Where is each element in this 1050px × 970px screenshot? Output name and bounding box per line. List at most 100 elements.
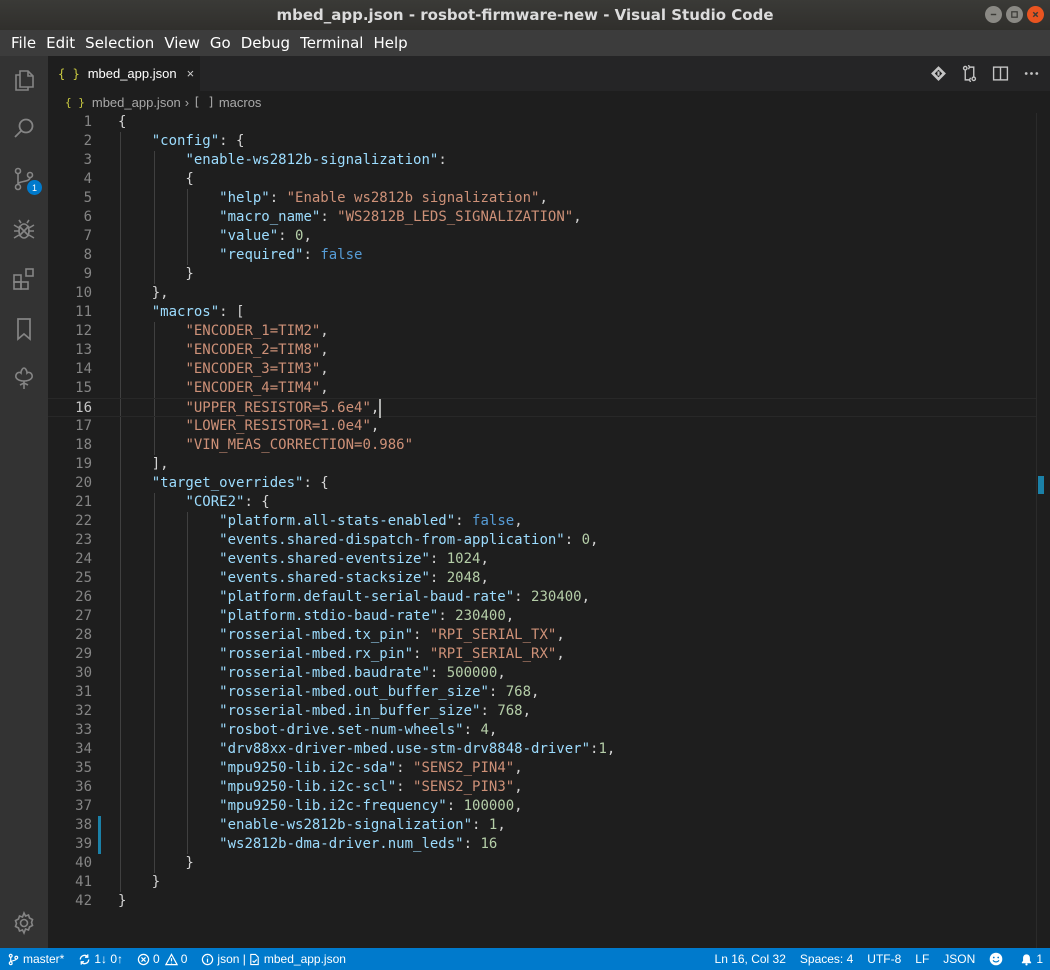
code-text: "rosserial-mbed.in_buffer_size": 768, — [219, 703, 532, 719]
code-line[interactable]: 38 "enable-ws2812b-signalization": 1, — [48, 816, 1036, 835]
code-line[interactable]: 30 "rosserial-mbed.baudrate": 500000, — [48, 664, 1036, 683]
code-line[interactable]: 32 "rosserial-mbed.in_buffer_size": 768, — [48, 702, 1036, 721]
menu-view[interactable]: View — [159, 34, 205, 52]
search-button[interactable] — [0, 105, 48, 153]
sync-counts: 1↓ 0↑ — [94, 952, 124, 966]
branch-status[interactable]: master* — [0, 952, 71, 966]
notifications-button[interactable]: 1 — [1013, 952, 1050, 966]
cursor-position[interactable]: Ln 16, Col 32 — [708, 952, 793, 966]
warning-icon — [164, 952, 178, 965]
code-line[interactable]: 9 } — [48, 265, 1036, 284]
menu-selection[interactable]: Selection — [80, 34, 159, 52]
menu-help[interactable]: Help — [368, 34, 412, 52]
overview-ruler[interactable] — [1036, 113, 1050, 948]
code-line[interactable]: 41 } — [48, 873, 1036, 892]
open-changes-icon[interactable] — [930, 65, 947, 82]
json-schema-status[interactable]: json | mbed_app.json — [194, 952, 353, 966]
code-line[interactable]: 29 "rosserial-mbed.rx_pin": "RPI_SERIAL_… — [48, 645, 1036, 664]
debug-button[interactable] — [0, 206, 48, 254]
maximize-button[interactable] — [1006, 6, 1023, 23]
code-line[interactable]: 37 "mpu9250-lib.i2c-frequency": 100000, — [48, 797, 1036, 816]
menu-go[interactable]: Go — [205, 34, 236, 52]
more-actions-icon[interactable] — [1023, 65, 1040, 82]
source-control-button[interactable]: 1 — [0, 155, 48, 203]
indentation-status[interactable]: Spaces: 4 — [793, 952, 860, 966]
code-line[interactable]: 35 "mpu9250-lib.i2c-sda": "SENS2_PIN4", — [48, 759, 1036, 778]
compare-icon[interactable] — [961, 65, 978, 82]
smiley-icon — [990, 952, 1003, 966]
bookmarks-button[interactable] — [0, 305, 48, 353]
code-line[interactable]: 13 "ENCODER_2=TIM8", — [48, 341, 1036, 360]
menu-file[interactable]: File — [6, 34, 41, 52]
code-line[interactable]: 12 "ENCODER_1=TIM2", — [48, 322, 1036, 341]
code-line[interactable]: 42} — [48, 892, 1036, 911]
line-number: 31 — [75, 684, 92, 700]
code-line[interactable]: 7 "value": 0, — [48, 227, 1036, 246]
close-window-button[interactable] — [1027, 6, 1044, 23]
code-line[interactable]: 33 "rosbot-drive.set-num-wheels": 4, — [48, 721, 1036, 740]
breadcrumb-symbol[interactable]: macros — [219, 95, 262, 110]
code-line[interactable]: 18 "VIN_MEAS_CORRECTION=0.986" — [48, 436, 1036, 455]
code-line[interactable]: 8 "required": false — [48, 246, 1036, 265]
code-text: }, — [118, 285, 169, 301]
feedback-button[interactable] — [982, 952, 1013, 966]
line-number: 25 — [75, 570, 92, 586]
ruler-change-marker — [1038, 476, 1044, 494]
code-line[interactable]: 16 "UPPER_RESISTOR=5.6e4", — [48, 398, 1036, 418]
code-line[interactable]: 2 "config": { — [48, 132, 1036, 151]
eol-status[interactable]: LF — [908, 952, 936, 966]
code-line[interactable]: 1{ — [48, 113, 1036, 132]
code-line[interactable]: 10 }, — [48, 284, 1036, 303]
menu-edit[interactable]: Edit — [41, 34, 80, 52]
line-number: 24 — [75, 551, 92, 567]
code-line[interactable]: 34 "drv88xx-driver-mbed.use-stm-drv8848-… — [48, 740, 1036, 759]
code-editor[interactable]: 1{2 "config": {3 "enable-ws2812b-signali… — [48, 113, 1036, 948]
code-text: } — [118, 266, 194, 282]
code-line[interactable]: 36 "mpu9250-lib.i2c-scl": "SENS2_PIN3", — [48, 778, 1036, 797]
line-number: 20 — [75, 475, 92, 491]
line-number: 34 — [75, 741, 92, 757]
code-line[interactable]: 17 "LOWER_RESISTOR=1.0e4", — [48, 417, 1036, 436]
code-line[interactable]: 22 "platform.all-stats-enabled": false, — [48, 512, 1036, 531]
code-line[interactable]: 5 "help": "Enable ws2812b signalization"… — [48, 189, 1036, 208]
code-line[interactable]: 24 "events.shared-eventsize": 1024, — [48, 550, 1036, 569]
code-line[interactable]: 14 "ENCODER_3=TIM3", — [48, 360, 1036, 379]
menu-debug[interactable]: Debug — [236, 34, 295, 52]
line-number: 38 — [75, 817, 92, 833]
sync-status[interactable]: 1↓ 0↑ — [71, 952, 130, 966]
code-line[interactable]: 11 "macros": [ — [48, 303, 1036, 322]
code-line[interactable]: 28 "rosserial-mbed.tx_pin": "RPI_SERIAL_… — [48, 626, 1036, 645]
code-line[interactable]: 20 "target_overrides": { — [48, 474, 1036, 493]
extensions-button[interactable] — [0, 255, 48, 303]
tab-mbed-app-json[interactable]: { } mbed_app.json × — [48, 56, 200, 91]
code-line[interactable]: 27 "platform.stdio-baud-rate": 230400, — [48, 607, 1036, 626]
close-icon — [1032, 11, 1039, 18]
code-line[interactable]: 40 } — [48, 854, 1036, 873]
code-line[interactable]: 19 ], — [48, 455, 1036, 474]
settings-button[interactable] — [0, 899, 48, 947]
problems-status[interactable]: 0 0 — [130, 952, 194, 966]
language-mode-status[interactable]: JSON — [936, 952, 982, 966]
line-number: 32 — [75, 703, 92, 719]
code-line[interactable]: 26 "platform.default-serial-baud-rate": … — [48, 588, 1036, 607]
code-line[interactable]: 15 "ENCODER_4=TIM4", — [48, 379, 1036, 398]
code-text: "enable-ws2812b-signalization": — [185, 152, 447, 168]
tab-close-icon[interactable]: × — [187, 66, 195, 81]
breadcrumb-file[interactable]: mbed_app.json — [92, 95, 181, 110]
debug-icon — [13, 219, 35, 239]
code-line[interactable]: 21 "CORE2": { — [48, 493, 1036, 512]
line-number: 36 — [75, 779, 92, 795]
code-line[interactable]: 39 "ws2812b-dma-driver.num_leds": 16 — [48, 835, 1036, 854]
minimize-button[interactable] — [985, 6, 1002, 23]
code-line[interactable]: 3 "enable-ws2812b-signalization": — [48, 151, 1036, 170]
code-line[interactable]: 25 "events.shared-stacksize": 2048, — [48, 569, 1036, 588]
encoding-status[interactable]: UTF-8 — [860, 952, 908, 966]
explorer-button[interactable] — [0, 56, 48, 104]
code-line[interactable]: 23 "events.shared-dispatch-from-applicat… — [48, 531, 1036, 550]
tree-view-button[interactable] — [0, 355, 48, 403]
split-editor-icon[interactable] — [992, 65, 1009, 82]
code-line[interactable]: 6 "macro_name": "WS2812B_LEDS_SIGNALIZAT… — [48, 208, 1036, 227]
code-line[interactable]: 4 { — [48, 170, 1036, 189]
menu-terminal[interactable]: Terminal — [295, 34, 368, 52]
code-line[interactable]: 31 "rosserial-mbed.out_buffer_size": 768… — [48, 683, 1036, 702]
